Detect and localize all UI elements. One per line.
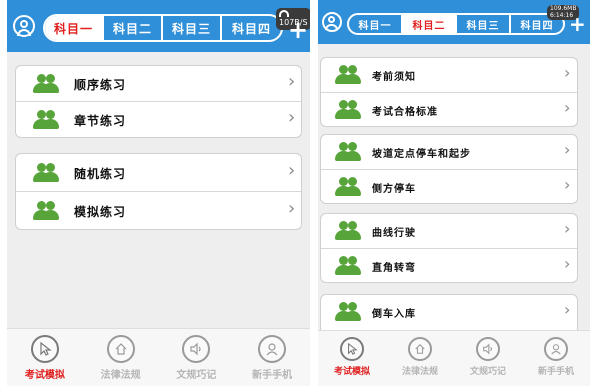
chevron-right-icon: › bbox=[564, 219, 571, 238]
cursor-icon bbox=[340, 337, 364, 361]
header-bar: 科目一 科目二 科目三 科目四 107B/S + bbox=[7, 0, 310, 52]
list-item[interactable]: 直角转弯 › bbox=[321, 249, 577, 282]
bottom-nav: 考试模拟 法律法规 文规巧记 新手手机 bbox=[7, 328, 310, 386]
practice-group-2: 随机练习 › 模拟练习 › bbox=[15, 153, 302, 230]
nav-label: 新手手机 bbox=[252, 370, 293, 381]
users-icon bbox=[334, 64, 362, 86]
tab-subject-1[interactable]: 科目一 bbox=[349, 15, 403, 33]
list-item-label: 直角转弯 bbox=[372, 263, 416, 274]
tab-subject-2[interactable]: 科目二 bbox=[403, 15, 457, 33]
bottom-nav: 考试模拟 法律法规 文规巧记 新手手机 bbox=[318, 330, 590, 386]
nav-label: 法律法规 bbox=[401, 367, 438, 377]
plus-icon[interactable]: + bbox=[288, 18, 308, 42]
tab-subject-2[interactable]: 科目二 bbox=[104, 16, 163, 40]
list-item[interactable]: 曲线行驶 › bbox=[321, 214, 577, 249]
user-icon[interactable] bbox=[322, 12, 342, 32]
nav-label: 新手手机 bbox=[537, 367, 574, 377]
speaker-icon bbox=[182, 335, 211, 363]
right-screen: 科目一 科目二 科目三 科目四 109.6MB 6:14:16 + 考前须知 ›… bbox=[318, 0, 590, 386]
subject-tabs: 科目一 科目二 科目三 科目四 bbox=[347, 13, 565, 35]
user-icon[interactable] bbox=[13, 15, 35, 37]
users-icon bbox=[334, 255, 362, 277]
list-item[interactable]: 考前须知 › bbox=[321, 58, 577, 93]
list-item-label: 侧方停车 bbox=[372, 184, 416, 195]
list-item[interactable]: 随机练习 › bbox=[16, 154, 301, 192]
nav-label: 法律法规 bbox=[100, 370, 141, 381]
list-item[interactable]: 侧方停车 › bbox=[321, 170, 577, 203]
list-item-label: 章节练习 bbox=[74, 114, 127, 128]
chevron-right-icon: › bbox=[564, 140, 571, 159]
chevron-right-icon: › bbox=[564, 98, 571, 117]
tab-subject-1[interactable]: 科目一 bbox=[45, 16, 104, 40]
subject-tabs: 科目一 科目二 科目三 科目四 bbox=[43, 14, 283, 42]
tab-subject-3[interactable]: 科目三 bbox=[163, 16, 222, 40]
users-icon bbox=[334, 220, 362, 242]
chevron-right-icon: › bbox=[564, 300, 571, 319]
list-item[interactable]: 章节练习 › bbox=[16, 102, 301, 137]
users-icon bbox=[334, 176, 362, 198]
home-icon bbox=[408, 337, 432, 361]
user-icon bbox=[258, 335, 287, 363]
tab-subject-3[interactable]: 科目三 bbox=[457, 15, 511, 33]
rules-group-1: 考前须知 › 考试合格标准 › bbox=[320, 57, 578, 127]
chevron-right-icon: › bbox=[564, 254, 571, 273]
chevron-right-icon: › bbox=[288, 107, 296, 128]
nav-label: 考试模拟 bbox=[333, 367, 370, 377]
list-item-label: 坡道定点停车和起步 bbox=[372, 149, 471, 160]
chevron-right-icon: › bbox=[288, 71, 296, 92]
users-icon bbox=[32, 200, 60, 222]
list-item[interactable]: 考试合格标准 › bbox=[321, 93, 577, 126]
list-item-label: 随机练习 bbox=[74, 167, 127, 181]
nav-novice-guide[interactable]: 新手手机 bbox=[234, 329, 310, 386]
plus-icon[interactable]: + bbox=[569, 14, 586, 34]
list-item[interactable]: 倒车入库 › bbox=[321, 295, 577, 330]
nav-label: 文规巧记 bbox=[176, 370, 217, 381]
tab-subject-4[interactable]: 科目四 bbox=[222, 16, 281, 40]
users-icon bbox=[32, 73, 60, 95]
nav-label: 考试模拟 bbox=[24, 370, 65, 381]
nav-exam-simulation[interactable]: 考试模拟 bbox=[318, 331, 386, 386]
chevron-right-icon: › bbox=[288, 198, 296, 219]
speaker-icon bbox=[476, 337, 500, 361]
header-bar: 科目一 科目二 科目三 科目四 109.6MB 6:14:16 + bbox=[318, 0, 590, 44]
list-item[interactable]: 坡道定点停车和起步 › bbox=[321, 135, 577, 170]
nav-memory-tips[interactable]: 文规巧记 bbox=[159, 329, 235, 386]
nav-exam-simulation[interactable]: 考试模拟 bbox=[7, 329, 83, 386]
nav-novice-guide[interactable]: 新手手机 bbox=[522, 331, 590, 386]
list-item[interactable]: 顺序练习 › bbox=[16, 66, 301, 102]
nav-laws[interactable]: 法律法规 bbox=[83, 329, 159, 386]
nav-label: 文规巧记 bbox=[469, 367, 506, 377]
users-icon bbox=[32, 162, 60, 184]
users-icon bbox=[334, 301, 362, 323]
users-icon bbox=[334, 141, 362, 163]
list-item-label: 考前须知 bbox=[372, 72, 416, 83]
user-icon bbox=[544, 337, 568, 361]
rules-group-4: 倒车入库 › bbox=[320, 294, 578, 334]
home-icon bbox=[106, 335, 135, 363]
chevron-right-icon: › bbox=[564, 63, 571, 82]
chevron-right-icon: › bbox=[288, 160, 296, 181]
list-item[interactable]: 模拟练习 › bbox=[16, 192, 301, 229]
nav-memory-tips[interactable]: 文规巧记 bbox=[454, 331, 522, 386]
cursor-icon bbox=[30, 335, 59, 363]
left-screen: 科目一 科目二 科目三 科目四 107B/S + 顺序练习 › 章节练习 › 随… bbox=[7, 0, 310, 386]
users-icon bbox=[32, 109, 60, 131]
list-item-label: 顺序练习 bbox=[74, 78, 127, 92]
list-item-label: 曲线行驶 bbox=[372, 228, 416, 239]
rules-group-3: 曲线行驶 › 直角转弯 › bbox=[320, 213, 578, 283]
practice-group-1: 顺序练习 › 章节练习 › bbox=[15, 65, 302, 138]
list-item-label: 考试合格标准 bbox=[372, 107, 438, 118]
rules-group-2: 坡道定点停车和起步 › 侧方停车 › bbox=[320, 134, 578, 204]
users-icon bbox=[334, 99, 362, 121]
list-item-label: 倒车入库 bbox=[372, 309, 416, 320]
list-item-label: 模拟练习 bbox=[74, 205, 127, 219]
nav-laws[interactable]: 法律法规 bbox=[386, 331, 454, 386]
chevron-right-icon: › bbox=[564, 175, 571, 194]
